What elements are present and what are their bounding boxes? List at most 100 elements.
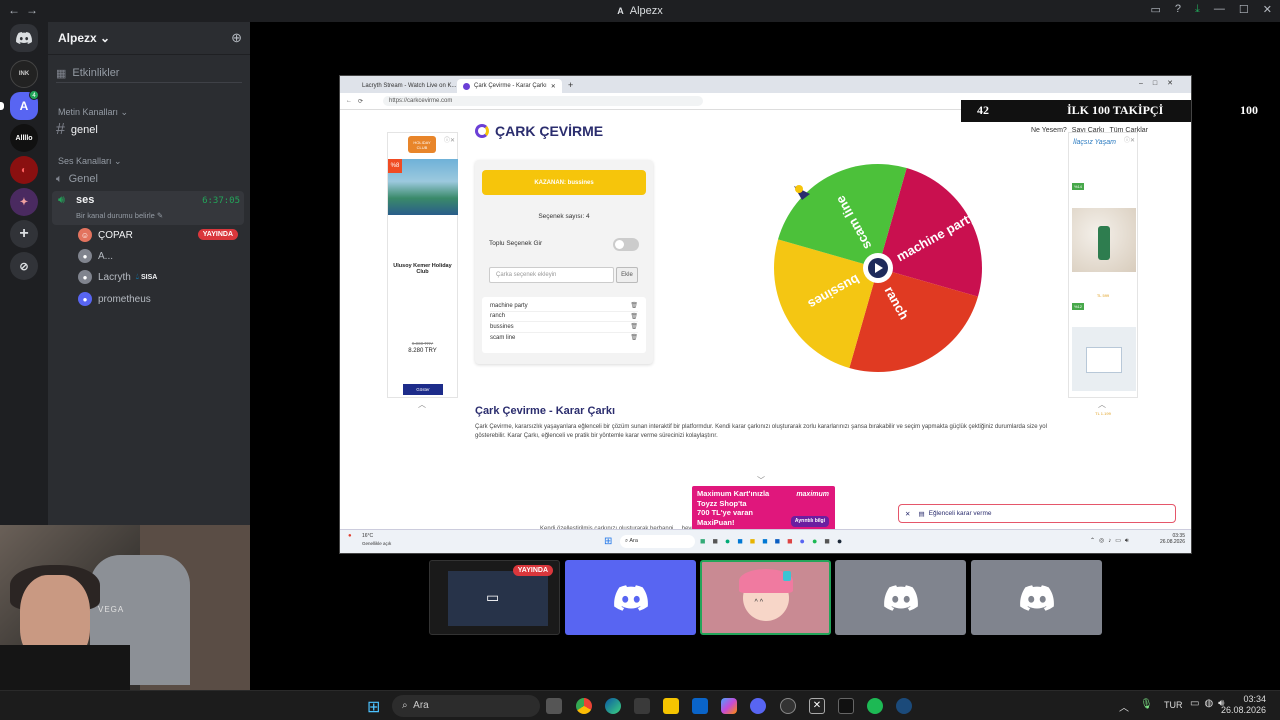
- discord-home-icon[interactable]: [10, 24, 38, 52]
- server-icon-3[interactable]: Allllo: [10, 124, 38, 152]
- participant-tile-2[interactable]: ^ ^: [700, 560, 831, 635]
- app-icon[interactable]: ■: [700, 536, 705, 546]
- guild-name[interactable]: Alpezx ⌄: [58, 31, 110, 45]
- edge-icon[interactable]: ●: [725, 536, 730, 546]
- close-icon[interactable]: ✕: [1263, 3, 1272, 16]
- tray-icons[interactable]: ⌃◎♪▭🔊︎: [1090, 537, 1133, 545]
- server-icon-5[interactable]: ✦: [10, 188, 38, 216]
- list-item[interactable]: scam line 🗑︎: [490, 333, 638, 344]
- store-icon[interactable]: [634, 698, 650, 714]
- explore-icon[interactable]: ⊘: [10, 252, 38, 280]
- epic-icon[interactable]: [838, 698, 854, 714]
- language-indicator[interactable]: TUR: [1164, 700, 1183, 710]
- x-icon[interactable]: ✕: [809, 698, 825, 714]
- app-icon[interactable]: [780, 698, 796, 714]
- app-icon[interactable]: ■: [787, 536, 792, 546]
- clock[interactable]: 03:34 26.08.2026: [1221, 694, 1266, 716]
- maximize-icon[interactable]: ☐: [1239, 3, 1249, 16]
- promo-ad[interactable]: Maximum Kart'ınızla Toyzz Shop'ta 700 TL…: [692, 486, 835, 532]
- option-input[interactable]: Çarka seçenek ekleyin: [489, 267, 614, 283]
- app-icon[interactable]: ■: [762, 536, 767, 546]
- steam-icon[interactable]: [896, 698, 912, 714]
- events-item[interactable]: ▦ Etkinlikler: [56, 63, 242, 83]
- trash-icon[interactable]: 🗑︎: [630, 323, 638, 330]
- text-category[interactable]: Metin Kanalları ⌄: [58, 102, 242, 122]
- browser-window-controls[interactable]: –□✕: [1139, 79, 1183, 87]
- notification-toast[interactable]: ✕ ▤ Eğlenceli karar verme: [898, 504, 1176, 523]
- add-member-icon[interactable]: ⊕: [231, 30, 242, 46]
- mic-icon[interactable]: 🎙︎: [1140, 699, 1153, 710]
- spotify-icon[interactable]: ●: [812, 536, 817, 546]
- nav-link[interactable]: Ne Yesem?: [1031, 127, 1067, 134]
- follower-current: 42: [977, 103, 989, 117]
- bulk-entry-toggle[interactable]: [613, 238, 639, 251]
- browser-tab-kick[interactable]: Lacryth Stream - Watch Live on K... ✕: [352, 79, 457, 93]
- help-icon[interactable]: ?: [1175, 3, 1181, 16]
- taskbar-search[interactable]: ⌕ Ara: [392, 695, 540, 717]
- site-logo[interactable]: ÇARK ÇEVİRME: [475, 123, 603, 139]
- right-ad[interactable]: İlaçsız Yaşam ⓘ✕ %14 TL 599 %12 TL 1.199: [1068, 132, 1138, 416]
- voice-status[interactable]: Bir kanal durumu belirle ✎: [76, 211, 163, 220]
- add-option-button[interactable]: Ekle: [616, 267, 638, 283]
- app-icon[interactable]: ■: [824, 536, 829, 546]
- promo-button[interactable]: Ayrıntılı bilgi: [790, 515, 829, 527]
- minimize-icon[interactable]: —: [1214, 3, 1225, 16]
- spotify-icon[interactable]: [867, 698, 883, 714]
- inner-search-box[interactable]: ⌕ Ara: [620, 535, 695, 548]
- trash-icon[interactable]: 🗑︎: [630, 302, 638, 309]
- copilot-icon[interactable]: [721, 698, 737, 714]
- back-icon[interactable]: ←: [346, 98, 352, 104]
- participant-tile-stream[interactable]: ▭ YAYINDA: [429, 560, 560, 635]
- voice-category[interactable]: Ses Kanalları ⌄: [58, 151, 242, 171]
- folder-icon[interactable]: [663, 698, 679, 714]
- outlook-icon[interactable]: ■: [775, 536, 780, 546]
- ad-button[interactable]: Göster: [403, 384, 443, 395]
- server-icon-4[interactable]: ◐: [10, 156, 38, 184]
- voice-user-lacryth[interactable]: ● Lacryth 💧︎ SISA: [78, 268, 157, 286]
- voice-user-prometheus[interactable]: ● prometheus: [78, 290, 151, 308]
- folder-icon[interactable]: ■: [750, 536, 755, 546]
- server-icon-1[interactable]: INK: [10, 60, 38, 88]
- list-item[interactable]: ranch 🗑︎: [490, 312, 638, 322]
- participant-tile-4[interactable]: [971, 560, 1102, 635]
- left-ad[interactable]: HOLIDAY CLUB ⓘ✕ %8 Ulusoy Kemer Holiday …: [387, 132, 458, 398]
- chevron-down-icon[interactable]: ﹀: [757, 475, 765, 486]
- trash-icon[interactable]: 🗑︎: [630, 313, 638, 320]
- voice-channel-ses[interactable]: 🔊︎ ses 6:37:05 Bir kanal durumu belirle …: [52, 191, 244, 225]
- outlook-icon[interactable]: [692, 698, 708, 714]
- voice-user-copar[interactable]: ☺ ÇOPAR: [78, 226, 133, 244]
- ad-close-icon[interactable]: ⓘ✕: [444, 135, 455, 144]
- chrome-icon[interactable]: [576, 698, 592, 714]
- url-field[interactable]: https://carkcevirme.com: [383, 96, 704, 106]
- download-icon[interactable]: ⤓: [1195, 3, 1200, 16]
- ad-close-icon[interactable]: ⓘ✕: [1124, 135, 1135, 144]
- app-icon[interactable]: ■: [737, 536, 742, 546]
- new-tab-icon[interactable]: +: [568, 80, 573, 90]
- trash-icon[interactable]: 🗑︎: [630, 334, 638, 341]
- voice-user-a[interactable]: ● A...: [78, 247, 113, 265]
- discord-icon[interactable]: [750, 698, 766, 714]
- windows-start-icon[interactable]: ⊞: [367, 697, 380, 717]
- list-item[interactable]: bussines 🗑︎: [490, 322, 638, 333]
- discord-icon[interactable]: ●: [800, 536, 805, 546]
- close-icon[interactable]: ✕: [905, 510, 910, 518]
- app-icon[interactable]: ■: [712, 536, 717, 546]
- shared-screen-browser[interactable]: Lacryth Stream - Watch Live on K... ✕ Ça…: [339, 75, 1192, 554]
- tray-chevron-icon[interactable]: ︿: [1119, 699, 1129, 714]
- add-server-icon[interactable]: +: [10, 220, 38, 248]
- task-view-icon[interactable]: [546, 698, 562, 714]
- reload-icon[interactable]: ⟳: [358, 98, 363, 105]
- chevron-up-icon[interactable]: ︿: [1098, 399, 1106, 410]
- browser-tab-cark[interactable]: Çark Çevirme - Karar Çarkı ✕: [457, 79, 562, 93]
- list-item[interactable]: machine party 🗑︎: [490, 301, 638, 312]
- channel-item-genel[interactable]: # genel: [56, 120, 242, 140]
- steam-icon[interactable]: ●: [837, 536, 842, 546]
- participant-tile-3[interactable]: [835, 560, 966, 635]
- voice-channel-genel[interactable]: 🔈︎ Genel: [56, 169, 242, 189]
- chevron-up-icon[interactable]: ︿: [418, 399, 426, 410]
- edge-icon[interactable]: [605, 698, 621, 714]
- participant-tile-1[interactable]: [565, 560, 696, 635]
- spin-wheel[interactable]: machine partyranchbussinesscam line: [772, 162, 984, 374]
- inbox-icon[interactable]: ▭: [1151, 3, 1161, 16]
- windows-start-icon[interactable]: ⊞: [604, 536, 612, 547]
